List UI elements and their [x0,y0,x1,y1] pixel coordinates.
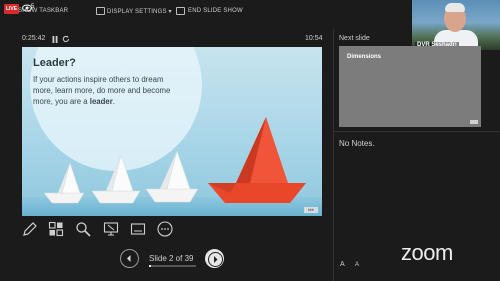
end-slide-show-button[interactable]: END SLIDE SHOW [188,8,243,14]
slide-body-emphasis: leader [89,97,113,106]
pause-icon[interactable] [52,36,58,43]
display-settings-icon [96,7,105,15]
slide-body-end: . [112,97,115,106]
slide-logo: bbb [304,207,318,213]
laser-pointer-icon[interactable] [103,221,119,237]
current-time: 10:54 [305,35,323,42]
white-paper-boat [91,154,141,204]
next-slide-title: Dimensions [347,54,382,60]
show-taskbar-button[interactable]: SHOW TASKBAR [18,8,68,14]
zoom-logo: zoom [401,240,453,265]
more-options-icon[interactable] [157,221,173,237]
see-all-slides-icon[interactable] [48,221,64,237]
panel-divider [333,29,334,281]
zoom-in-icon[interactable] [75,221,91,237]
next-slide-label: Next slide [339,35,370,42]
previous-slide-button[interactable] [120,249,139,268]
elapsed-timer: 0:25:42 [22,35,46,42]
white-paper-boat [145,150,199,203]
chevron-left-icon [127,255,131,262]
chevron-right-icon [208,252,223,267]
participant-video-tile[interactable]: DVR Seshadri [412,0,500,50]
increase-text-size-button[interactable]: A [340,261,345,268]
next-slide-logo [470,120,478,124]
decrease-text-size-button[interactable]: A [355,262,359,268]
slide-progress-track [149,265,196,267]
slide-progress-fill [149,265,152,267]
end-slide-show-icon [176,7,185,15]
slide-body: If your actions inspire others to dream … [33,74,183,107]
slide-counter[interactable]: Slide 2 of 39 [149,254,193,263]
participant-hair [445,3,465,12]
pen-icon[interactable] [22,221,38,237]
subtitles-icon[interactable] [130,221,146,237]
red-paper-boat [208,117,306,203]
slide-title: Leader? [33,57,76,69]
speaker-notes: No Notes. [339,139,375,148]
white-paper-boat [43,162,85,204]
live-badge: LIVE [4,4,19,14]
next-slide-thumbnail[interactable]: Dimensions [339,46,481,127]
paper-boats-image [43,117,306,204]
restart-timer-icon[interactable] [62,35,70,43]
next-slide-button[interactable] [205,249,224,268]
current-slide[interactable]: Leader? If your actions inspire others t… [22,47,322,216]
display-settings-button[interactable]: DISPLAY SETTINGS ▾ [107,8,172,15]
notes-divider [334,131,500,132]
